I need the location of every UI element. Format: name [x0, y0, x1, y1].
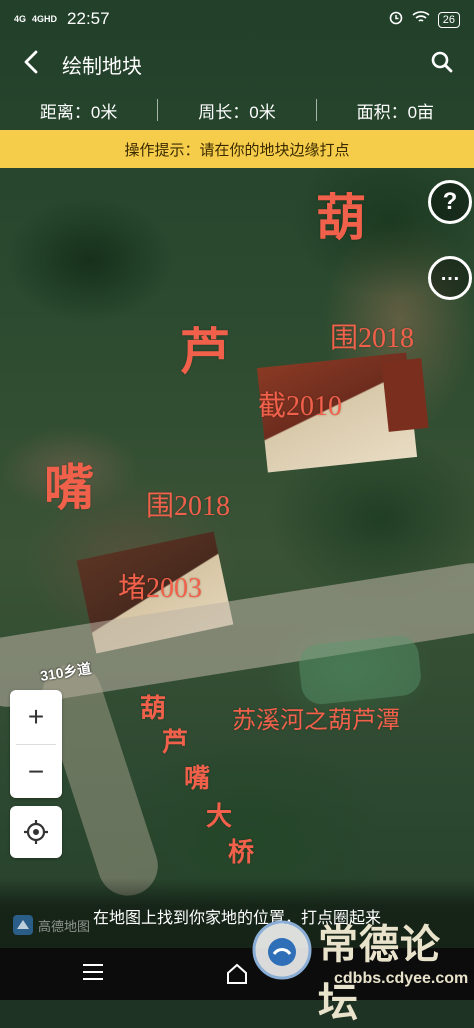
plus-icon: +	[27, 701, 45, 732]
annotation-du-2003: 堵2003	[118, 573, 203, 604]
annotation-wei-2018-top: 围2018	[330, 323, 415, 354]
help-button[interactable]: ?	[428, 180, 472, 224]
watermark: 常德论坛 cdbbs.cdyee.com	[250, 904, 474, 1026]
forum-logo-icon	[252, 920, 312, 980]
annotation-bridge-char-3: 嘴	[184, 764, 211, 794]
operation-tip-banner: 操作提示：请在你的地块边缘打点	[0, 130, 474, 168]
wifi-icon	[412, 10, 430, 29]
zoom-controls: + −	[10, 690, 62, 798]
search-icon	[431, 51, 453, 73]
annotation-pool: 苏溪河之葫芦潭	[232, 707, 400, 734]
chevron-left-icon	[24, 50, 38, 74]
status-bar: 4G 4GHD 22:57 26	[0, 0, 474, 40]
search-button[interactable]	[430, 50, 454, 74]
annotation-bridge-char-4: 大	[206, 802, 233, 832]
annotation-name-char-2: 芦	[180, 322, 230, 381]
zoom-in-button[interactable]: +	[10, 690, 62, 744]
tip-text: 操作提示：请在你的地块边缘打点	[124, 141, 350, 159]
perimeter-stat: 周长：0米	[158, 98, 315, 123]
home-button[interactable]	[225, 962, 249, 991]
area-value: 0亩	[407, 102, 435, 122]
back-button[interactable]	[18, 48, 46, 76]
building-roof-strip	[381, 358, 429, 432]
distance-label: 距离：	[39, 102, 91, 122]
perimeter-value: 0米	[249, 102, 276, 122]
annotation-bridge-char-5: 桥	[228, 838, 255, 868]
page-title: 绘制地块	[62, 56, 142, 78]
annotation-bridge-char-2: 芦	[162, 728, 189, 758]
annotation-name-char-1: 葫	[316, 188, 366, 247]
distance-value: 0米	[90, 102, 118, 122]
menu-button[interactable]	[83, 964, 103, 985]
annotation-bridge-char-1: 葫	[140, 694, 167, 724]
zoom-out-button[interactable]: −	[10, 745, 62, 799]
home-icon	[227, 963, 247, 984]
more-button[interactable]: …	[428, 256, 472, 300]
annotation-name-char-3: 嘴	[44, 458, 94, 517]
annotation-wei-2018-mid: 围2018	[146, 491, 231, 522]
pool-area	[297, 633, 423, 707]
question-icon: ?	[442, 188, 458, 215]
minus-icon: −	[27, 756, 45, 787]
clock: 22:57	[67, 9, 110, 28]
crosshair-icon	[24, 820, 48, 844]
watermark-url: cdbbs.cdyee.com	[334, 970, 469, 987]
area-label: 面积：	[356, 102, 408, 122]
battery-indicator: 26	[437, 11, 460, 28]
network-indicator-2: 4GHD	[32, 13, 58, 24]
locate-button[interactable]	[10, 806, 62, 858]
app-header: 绘制地块	[0, 40, 474, 84]
alarm-icon	[388, 9, 404, 30]
more-dots-icon: …	[440, 262, 460, 285]
distance-stat: 距离：0米	[0, 98, 157, 123]
measure-stats: 距离：0米 周长：0米 面积：0亩	[0, 90, 474, 130]
perimeter-label: 周长：	[198, 102, 250, 122]
network-indicator-1: 4G	[14, 13, 27, 24]
area-stat: 面积：0亩	[317, 98, 474, 123]
annotation-jie-2010: 截2010	[258, 391, 343, 422]
